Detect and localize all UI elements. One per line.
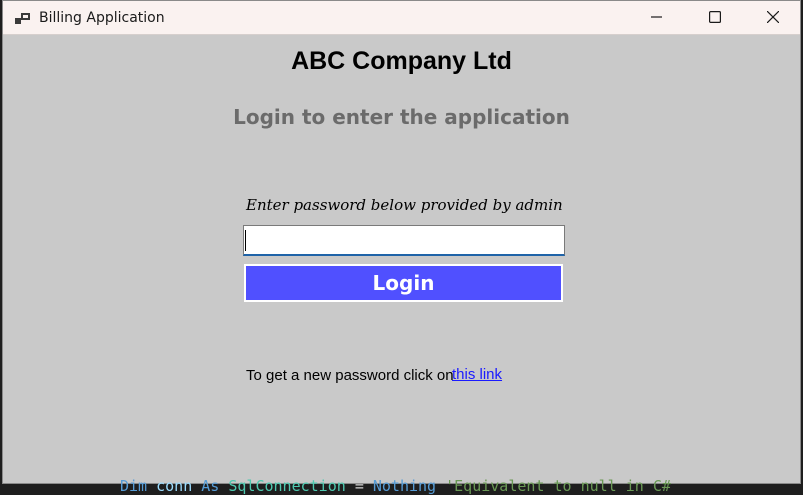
- app-icon: [15, 11, 31, 25]
- password-label: Enter password below provided by admin: [246, 196, 563, 214]
- minimize-icon: [651, 16, 662, 18]
- company-name: ABC Company Ltd: [291, 47, 512, 75]
- maximize-icon: [709, 11, 721, 23]
- new-password-link[interactable]: this link: [452, 365, 502, 385]
- background-code-editor-line: Dim conn As SqlConnection = Nothing 'Equ…: [120, 477, 671, 495]
- close-icon: [767, 11, 779, 23]
- window-title: Billing Application: [39, 10, 165, 26]
- minimize-button[interactable]: [628, 1, 686, 33]
- password-input[interactable]: [243, 225, 565, 256]
- title-bar[interactable]: Billing Application: [3, 1, 800, 35]
- close-button[interactable]: [744, 1, 800, 33]
- billing-application-window: Billing Application ABC Company Ltd Logi…: [2, 0, 801, 484]
- help-text: To get a new password click on: [246, 367, 454, 384]
- maximize-button[interactable]: [686, 1, 744, 33]
- login-subtitle: Login to enter the application: [233, 105, 570, 129]
- login-button[interactable]: Login: [244, 264, 563, 302]
- text-caret: [245, 230, 246, 251]
